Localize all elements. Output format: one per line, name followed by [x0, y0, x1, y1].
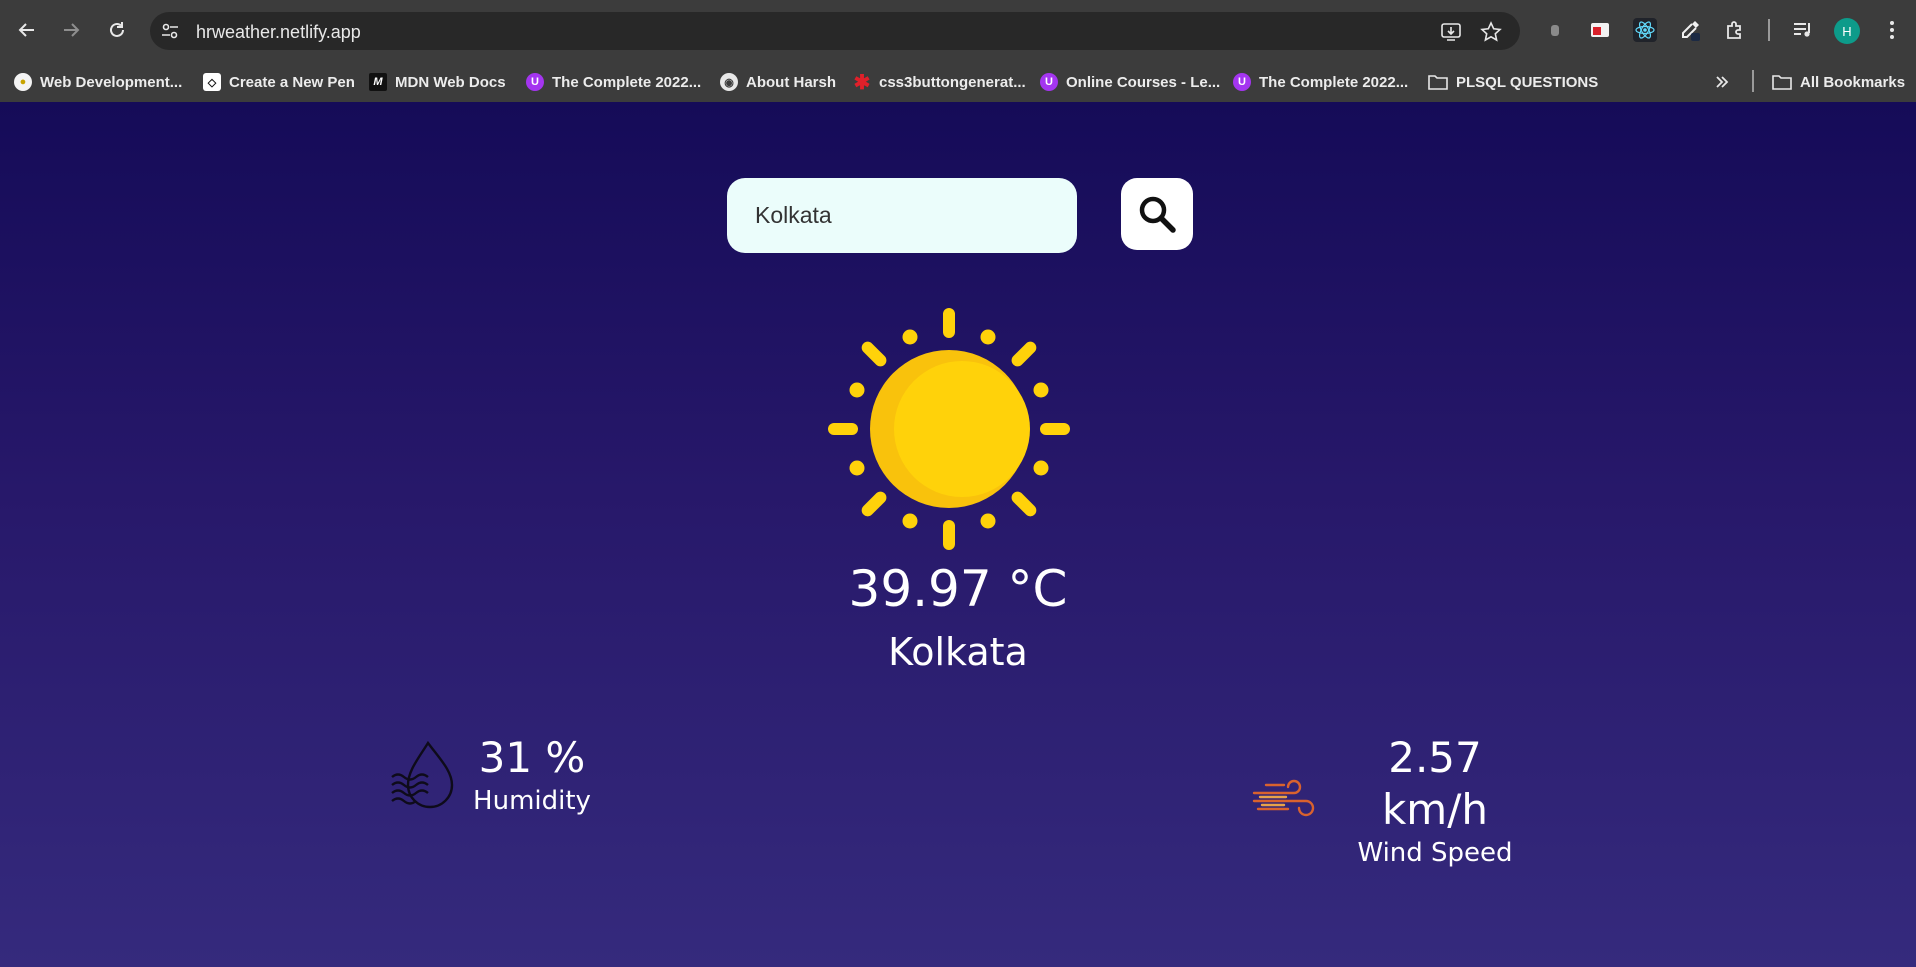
bookmark-label: PLSQL QUESTIONS	[1456, 73, 1599, 91]
temperature-value: 39.97 °C	[848, 560, 1068, 618]
back-button[interactable]	[9, 12, 45, 48]
bookmark-item[interactable]: ● Web Development...	[14, 69, 182, 95]
udemy-icon: U	[1040, 73, 1058, 91]
folder-icon	[1428, 75, 1448, 90]
weather-app: 39.97 °C Kolkata 31 % Humidity	[0, 102, 1916, 967]
bookmark-item[interactable]: ◉ About Harsh	[720, 69, 836, 95]
bulb-icon: ●	[14, 73, 32, 91]
bookmark-label: Online Courses - Le...	[1066, 73, 1221, 91]
extensions-menu-icon[interactable]	[1721, 16, 1749, 44]
address-bar[interactable]: hrweather.netlify.app	[150, 12, 1520, 50]
bookmark-item[interactable]: U Online Courses - Le...	[1040, 69, 1220, 95]
humidity-value: 31 %	[478, 733, 586, 782]
extension-puzzle-small-icon[interactable]	[1541, 16, 1569, 44]
all-bookmarks-folder[interactable]: All Bookmarks	[1772, 69, 1905, 95]
bookmark-folder[interactable]: PLSQL QUESTIONS	[1428, 69, 1598, 95]
wind-panel: 2.57 km/h Wind Speed	[1252, 732, 1540, 870]
bookmark-label: The Complete 2022...	[1259, 73, 1409, 91]
city-name: Kolkata	[888, 630, 1028, 674]
browser-toolbar: hrweather.netlify.app H	[0, 0, 1916, 62]
bookmark-label: All Bookmarks	[1800, 73, 1906, 91]
humidity-panel: 31 % Humidity	[388, 732, 592, 818]
folder-icon	[1772, 75, 1792, 90]
forward-arrow-icon	[64, 23, 80, 37]
reload-icon	[110, 22, 124, 37]
forward-button[interactable]	[53, 12, 89, 48]
media-controls-icon[interactable]	[1789, 16, 1817, 44]
bookmark-item[interactable]: U The Complete 2022...	[1233, 69, 1408, 95]
bookmark-label: About Harsh	[746, 73, 836, 91]
udemy-icon: U	[526, 73, 544, 91]
humidity-label: Humidity	[473, 786, 591, 816]
install-app-icon[interactable]	[1440, 21, 1462, 43]
codepen-icon: ◇	[203, 73, 221, 91]
bookmark-item[interactable]: ◇ Create a New Pen	[203, 69, 355, 95]
mdn-icon: M	[369, 73, 387, 91]
bookmark-item[interactable]: ✱ css3buttongenerat...	[853, 69, 1026, 95]
bookmarks-bar: ● Web Development... ◇ Create a New Pen …	[0, 62, 1916, 102]
bookmark-label: css3buttongenerat...	[879, 73, 1026, 91]
chevron-double-right-icon	[1716, 76, 1729, 88]
screen-recorder-icon[interactable]	[1586, 16, 1614, 44]
udemy-icon: U	[1233, 73, 1251, 91]
bookmark-label: Create a New Pen	[229, 73, 355, 91]
wind-speed-value: 2.57 km/h	[1381, 733, 1488, 834]
humidity-icon	[391, 740, 454, 809]
search-button[interactable]	[1121, 178, 1193, 250]
toolbar-divider	[1768, 19, 1770, 41]
bookmark-item[interactable]: M MDN Web Docs	[369, 69, 506, 95]
url-text[interactable]: hrweather.netlify.app	[196, 22, 361, 43]
wind-icon	[1252, 779, 1315, 817]
wind-speed-label: Wind Speed	[1357, 838, 1513, 868]
star-burst-icon: ✱	[853, 71, 871, 94]
globe-icon: ◉	[720, 73, 738, 91]
bookmark-item[interactable]: U The Complete 2022...	[526, 69, 701, 95]
sun-icon	[828, 308, 1070, 550]
react-devtools-icon[interactable]	[1631, 16, 1659, 44]
reload-button[interactable]	[99, 12, 135, 48]
browser-menu-icon[interactable]	[1878, 16, 1906, 44]
bookmarks-divider	[1752, 70, 1754, 92]
browser-chrome: hrweather.netlify.app H ● Web Developmen…	[0, 0, 1916, 102]
bookmark-star-icon[interactable]	[1480, 21, 1502, 43]
more-bookmarks-button[interactable]	[1715, 69, 1729, 95]
search-icon	[1139, 196, 1176, 233]
bookmark-label: The Complete 2022...	[552, 73, 702, 91]
bookmark-label: MDN Web Docs	[395, 73, 506, 91]
back-arrow-icon	[18, 23, 34, 37]
site-info-icon[interactable]	[160, 21, 180, 41]
eyedropper-extension-icon[interactable]	[1676, 16, 1704, 44]
profile-avatar[interactable]: H	[1834, 18, 1860, 44]
city-search-input[interactable]	[727, 178, 1077, 253]
bookmark-label: Web Development...	[40, 73, 183, 91]
